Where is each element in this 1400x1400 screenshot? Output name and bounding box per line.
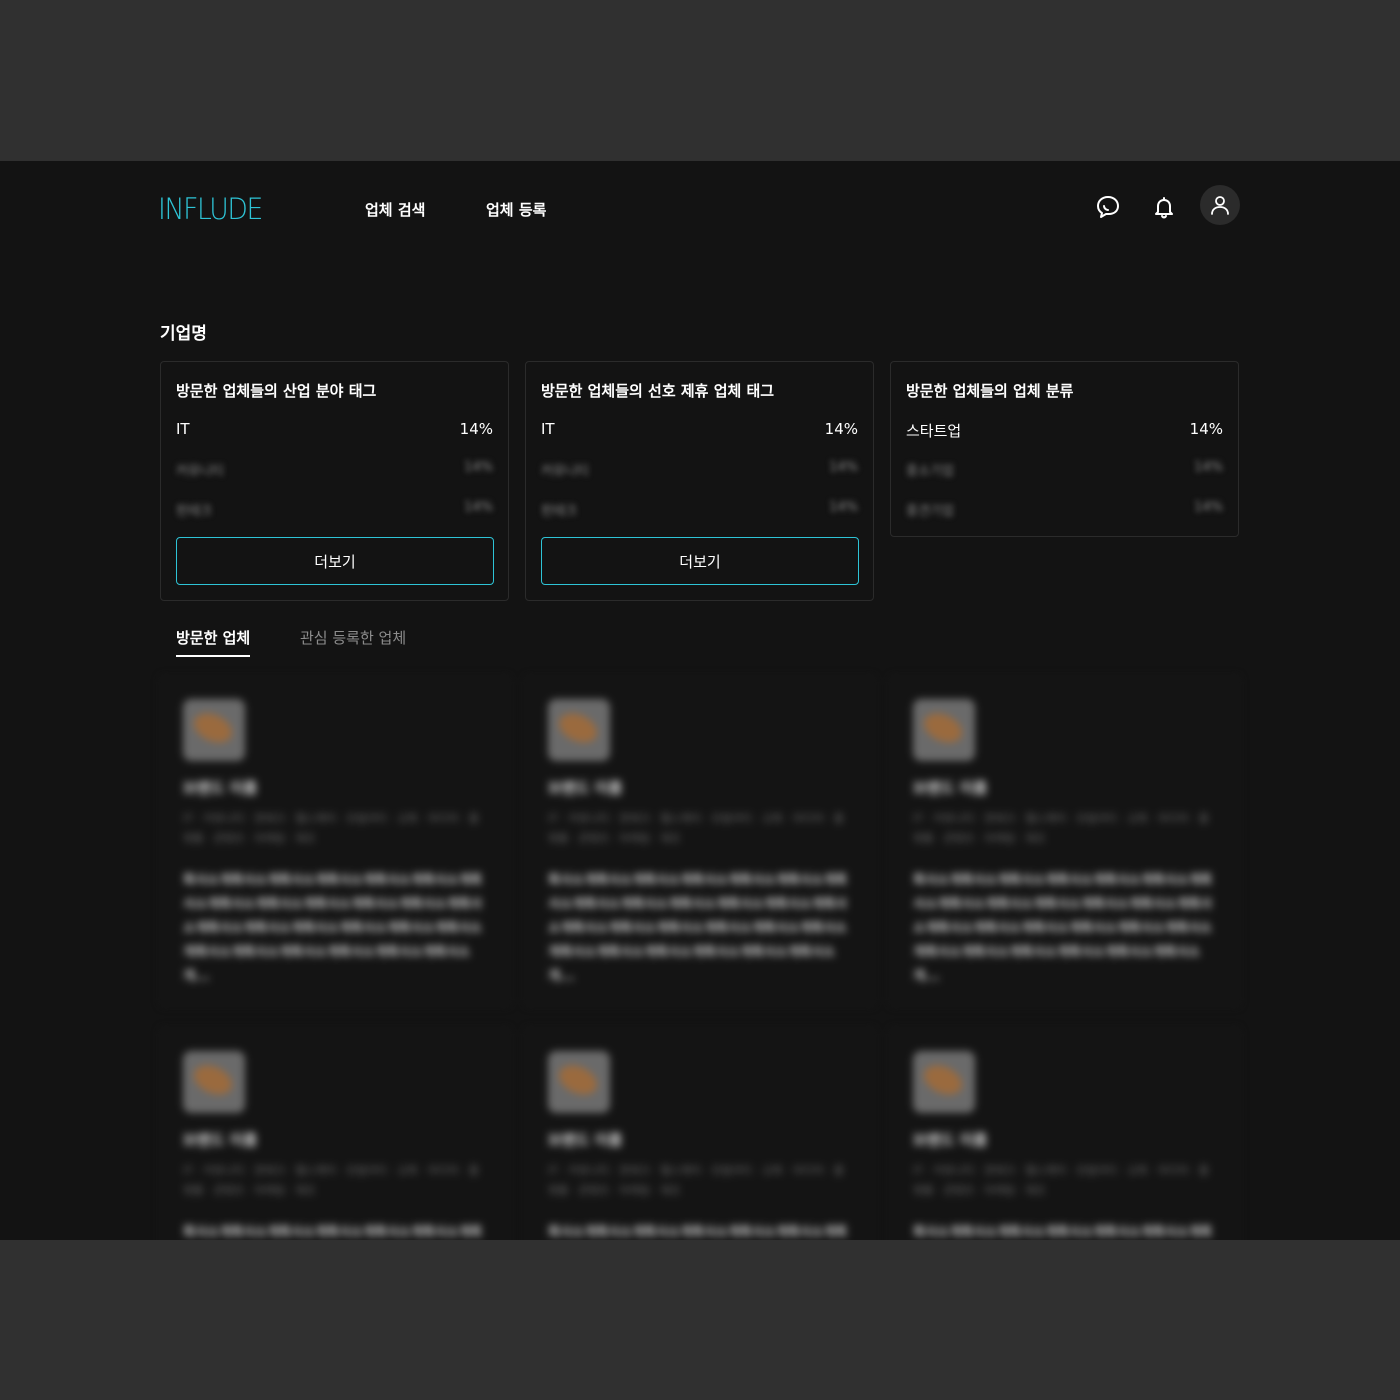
bell-icon[interactable] (1150, 193, 1178, 221)
company-description: 회사소개회사소개회사소개회사소개회사소개회사소개회사소개회사소개회사소개회사소개… (548, 1225, 848, 1240)
company-name: 브랜드 이름 (183, 779, 258, 797)
stat-card-title: 방문한 업체들의 업체 분류 (906, 382, 1074, 400)
user-icon (1211, 196, 1229, 215)
stat-row: 핀테크 14% (541, 500, 858, 520)
app-screen: 브랜드 이름 IT · 커뮤니티 · 핀테크 · 헬스케어 · 모빌리티 · 교… (0, 161, 1400, 1240)
more-button[interactable]: 더보기 (541, 537, 859, 585)
stat-label: 스타트업 (906, 422, 962, 440)
stat-label: 커뮤니티 (176, 464, 224, 479)
company-tags: IT · 커뮤니티 · 핀테크 · 헬스케어 · 모빌리티 · 교육 · 미디어… (183, 812, 479, 845)
page-title: 기업명 (160, 324, 207, 344)
company-tags: IT · 커뮤니티 · 핀테크 · 헬스케어 · 모빌리티 · 교육 · 미디어… (548, 1164, 844, 1197)
company-logo (183, 1051, 245, 1113)
company-tags: IT · 커뮤니티 · 핀테크 · 헬스케어 · 모빌리티 · 교육 · 미디어… (183, 1164, 479, 1197)
stat-label: 핀테크 (176, 504, 212, 519)
stat-row: 중견기업 14% (906, 500, 1223, 520)
stat-card-partner-tags: 방문한 업체들의 선호 제휴 업체 태그 IT 14% 커뮤니티 14% 핀테크… (525, 361, 874, 601)
company-name: 브랜드 이름 (913, 779, 988, 797)
company-tags: IT · 커뮤니티 · 핀테크 · 헬스케어 · 모빌리티 · 교육 · 미디어… (913, 1164, 1209, 1197)
stat-value: 14% (459, 420, 493, 438)
stat-row: IT 14% (541, 420, 858, 440)
company-card[interactable]: 브랜드 이름 IT · 커뮤니티 · 핀테크 · 헬스케어 · 모빌리티 · 교… (525, 1028, 875, 1240)
stat-row: 중소기업 14% (906, 460, 1223, 480)
more-button[interactable]: 더보기 (176, 537, 494, 585)
stat-value: 14% (1194, 460, 1223, 475)
chat-bubble-icon[interactable] (1094, 193, 1122, 221)
stat-row: 핀테크 14% (176, 500, 493, 520)
company-tags: IT · 커뮤니티 · 핀테크 · 헬스케어 · 모빌리티 · 교육 · 미디어… (548, 812, 844, 845)
company-logo (548, 1051, 610, 1113)
stat-card-title: 방문한 업체들의 선호 제휴 업체 태그 (541, 382, 775, 400)
nav-company-register[interactable]: 업체 등록 (486, 199, 546, 220)
company-description: 회사소개회사소개회사소개회사소개회사소개회사소개회사소개회사소개회사소개회사소개… (183, 1225, 483, 1240)
company-card[interactable]: 브랜드 이름 IT · 커뮤니티 · 핀테크 · 헬스케어 · 모빌리티 · 교… (525, 676, 875, 1006)
stat-card-title: 방문한 업체들의 산업 분야 태그 (176, 382, 377, 400)
company-card[interactable]: 브랜드 이름 IT · 커뮤니티 · 핀테크 · 헬스케어 · 모빌리티 · 교… (160, 676, 510, 1006)
company-name: 브랜드 이름 (183, 1131, 258, 1149)
stat-row: IT 14% (176, 420, 493, 440)
tab-favorite-companies[interactable]: 관심 등록한 업체 (300, 627, 406, 655)
stat-label: 핀테크 (541, 504, 577, 519)
company-description: 회사소개회사소개회사소개회사소개회사소개회사소개회사소개회사소개회사소개회사소개… (913, 873, 1213, 984)
company-description: 회사소개회사소개회사소개회사소개회사소개회사소개회사소개회사소개회사소개회사소개… (548, 873, 848, 984)
stat-label: IT (176, 420, 190, 438)
stat-value: 14% (1194, 500, 1223, 515)
company-card[interactable]: 브랜드 이름 IT · 커뮤니티 · 핀테크 · 헬스케어 · 모빌리티 · 교… (890, 1028, 1240, 1240)
stat-card-company-type: 방문한 업체들의 업체 분류 스타트업 14% 중소기업 14% 중견기업 14… (890, 361, 1239, 537)
stat-value: 14% (1189, 420, 1223, 438)
company-description: 회사소개회사소개회사소개회사소개회사소개회사소개회사소개회사소개회사소개회사소개… (183, 873, 483, 984)
stat-value: 14% (464, 460, 493, 475)
stat-label: IT (541, 420, 555, 438)
stat-label: 커뮤니티 (541, 464, 589, 479)
company-card[interactable]: 브랜드 이름 IT · 커뮤니티 · 핀테크 · 헬스케어 · 모빌리티 · 교… (160, 1028, 510, 1240)
company-name: 브랜드 이름 (548, 1131, 623, 1149)
company-logo (183, 699, 245, 761)
stat-value: 14% (824, 420, 858, 438)
nav-company-search[interactable]: 업체 검색 (365, 199, 425, 220)
company-card[interactable]: 브랜드 이름 IT · 커뮤니티 · 핀테크 · 헬스케어 · 모빌리티 · 교… (890, 676, 1240, 1006)
company-logo (548, 699, 610, 761)
stat-value: 14% (464, 500, 493, 515)
company-logo (913, 1051, 975, 1113)
stat-value: 14% (829, 460, 858, 475)
stat-label: 중견기업 (906, 504, 954, 519)
stat-row: 스타트업 14% (906, 420, 1223, 440)
company-name: 브랜드 이름 (913, 1131, 988, 1149)
company-tags: IT · 커뮤니티 · 핀테크 · 헬스케어 · 모빌리티 · 교육 · 미디어… (913, 812, 1209, 845)
stat-value: 14% (829, 500, 858, 515)
stat-card-industry-tags: 방문한 업체들의 산업 분야 태그 IT 14% 커뮤니티 14% 핀테크 14… (160, 361, 509, 601)
user-avatar[interactable] (1200, 185, 1240, 225)
stat-row: 커뮤니티 14% (541, 460, 858, 480)
logo[interactable]: INFLUDE (158, 192, 263, 226)
tab-visited-companies[interactable]: 방문한 업체 (176, 627, 251, 657)
company-description: 회사소개회사소개회사소개회사소개회사소개회사소개회사소개회사소개회사소개회사소개… (913, 1225, 1213, 1240)
stat-row: 커뮤니티 14% (176, 460, 493, 480)
company-grid: 브랜드 이름 IT · 커뮤니티 · 핀테크 · 헬스케어 · 모빌리티 · 교… (0, 161, 1400, 1240)
stat-label: 중소기업 (906, 464, 954, 479)
company-name: 브랜드 이름 (548, 779, 623, 797)
company-logo (913, 699, 975, 761)
